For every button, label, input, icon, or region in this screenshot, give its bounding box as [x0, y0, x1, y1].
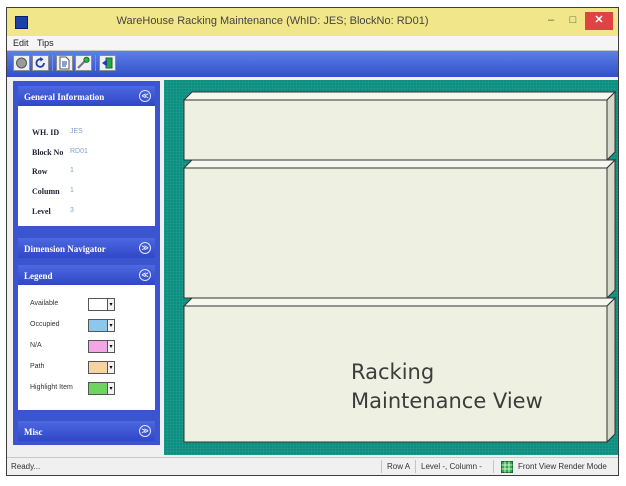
status-text: Ready...: [11, 462, 41, 471]
stop-button[interactable]: [13, 55, 30, 71]
maximize-button[interactable]: □: [563, 12, 583, 30]
minimize-button[interactable]: –: [541, 12, 561, 30]
chevron-down-icon[interactable]: ▾: [108, 319, 115, 332]
legend-swatch-path[interactable]: [88, 361, 108, 374]
legend-label-available: Available: [30, 300, 59, 307]
grid-icon[interactable]: [501, 461, 513, 473]
stop-icon: [16, 57, 27, 69]
status-level-column: Level -, Column -: [421, 462, 482, 471]
menu-edit[interactable]: Edit: [13, 36, 29, 50]
legend-header[interactable]: Legend ≪: [18, 265, 155, 285]
title-bar[interactable]: WareHouse Racking Maintenance (WhID: JES…: [7, 8, 618, 36]
legend-swatch-na[interactable]: [88, 340, 108, 353]
exit-button[interactable]: [99, 55, 116, 71]
status-separator: [415, 460, 416, 473]
misc-title: Misc: [24, 427, 43, 437]
dimension-navigator-header[interactable]: Dimension Navigator ≫: [18, 238, 155, 258]
collapse-icon[interactable]: ≪: [139, 269, 151, 281]
sidebar: General Information ≪ WH. ID JES Block N…: [13, 81, 160, 445]
toolbar-separator: [95, 55, 96, 71]
status-bar: Ready... Row A Level -, Column - Front V…: [7, 457, 618, 475]
window-title: WareHouse Racking Maintenance (WhID: JES…: [116, 15, 429, 27]
legend-label-occupied: Occupied: [30, 321, 60, 328]
row-value: 1: [70, 167, 74, 174]
status-separator: [493, 460, 494, 473]
viewport-title-line1: Racking: [351, 360, 435, 384]
legend-swatch-available[interactable]: [88, 298, 108, 311]
viewport-title: Racking Maintenance View: [351, 358, 543, 416]
document-button[interactable]: [56, 55, 73, 71]
document-icon: [59, 56, 70, 70]
wh-id-value: JES: [70, 128, 83, 135]
close-button[interactable]: ✕: [585, 12, 613, 30]
legend-label-na: N/A: [30, 342, 42, 349]
expand-icon[interactable]: ≫: [139, 242, 151, 254]
rack-shelf: [182, 90, 617, 162]
rack-shelf: [182, 158, 617, 300]
chevron-down-icon[interactable]: ▾: [108, 340, 115, 353]
chevron-down-icon[interactable]: ▾: [108, 361, 115, 374]
racking-viewport[interactable]: Racking Maintenance View: [164, 80, 618, 455]
app-window: WareHouse Racking Maintenance (WhID: JES…: [6, 7, 619, 476]
dimension-navigator-title: Dimension Navigator: [24, 244, 106, 254]
viewport-title-line2: Maintenance View: [351, 389, 543, 413]
tools-button[interactable]: [75, 55, 92, 71]
column-value: 1: [70, 187, 74, 194]
legend-title: Legend: [24, 271, 53, 281]
column-label: Column: [32, 187, 60, 196]
legend-label-path: Path: [30, 363, 45, 370]
chevron-down-icon[interactable]: ▾: [108, 298, 115, 311]
misc-header[interactable]: Misc ≫: [18, 421, 155, 441]
menu-tips[interactable]: Tips: [37, 36, 54, 50]
row-label: Row: [32, 167, 48, 176]
wh-id-label: WH. ID: [32, 128, 60, 137]
refresh-icon: [35, 57, 45, 68]
block-no-label: Block No: [32, 148, 64, 157]
general-info-panel: WH. ID JES Block No RD01 Row 1 Column 1 …: [18, 106, 155, 226]
legend-label-highlight-item: Highlight Item: [30, 384, 73, 391]
refresh-button[interactable]: [32, 55, 49, 71]
exit-icon: [102, 57, 113, 69]
toolbar: [7, 51, 618, 77]
status-separator: [381, 460, 382, 473]
menu-bar: Edit Tips: [7, 36, 618, 51]
general-info-title: General Information: [24, 92, 105, 102]
block-no-value: RD01: [70, 148, 88, 155]
status-row: Row A: [387, 462, 411, 471]
level-label: Level: [32, 207, 51, 216]
status-render-mode: Front View Render Mode: [518, 462, 607, 471]
legend-swatch-occupied[interactable]: [88, 319, 108, 332]
collapse-icon[interactable]: ≪: [139, 90, 151, 102]
expand-icon[interactable]: ≫: [139, 425, 151, 437]
tools-icon: [77, 56, 90, 69]
legend-swatch-highlight-item[interactable]: [88, 382, 108, 395]
level-value: 3: [70, 207, 74, 214]
general-info-header[interactable]: General Information ≪: [18, 86, 155, 106]
toolbar-separator: [52, 55, 53, 71]
legend-panel: Available ▾ Occupied ▾ N/A ▾ Path ▾ High…: [18, 285, 155, 410]
chevron-down-icon[interactable]: ▾: [108, 382, 115, 395]
